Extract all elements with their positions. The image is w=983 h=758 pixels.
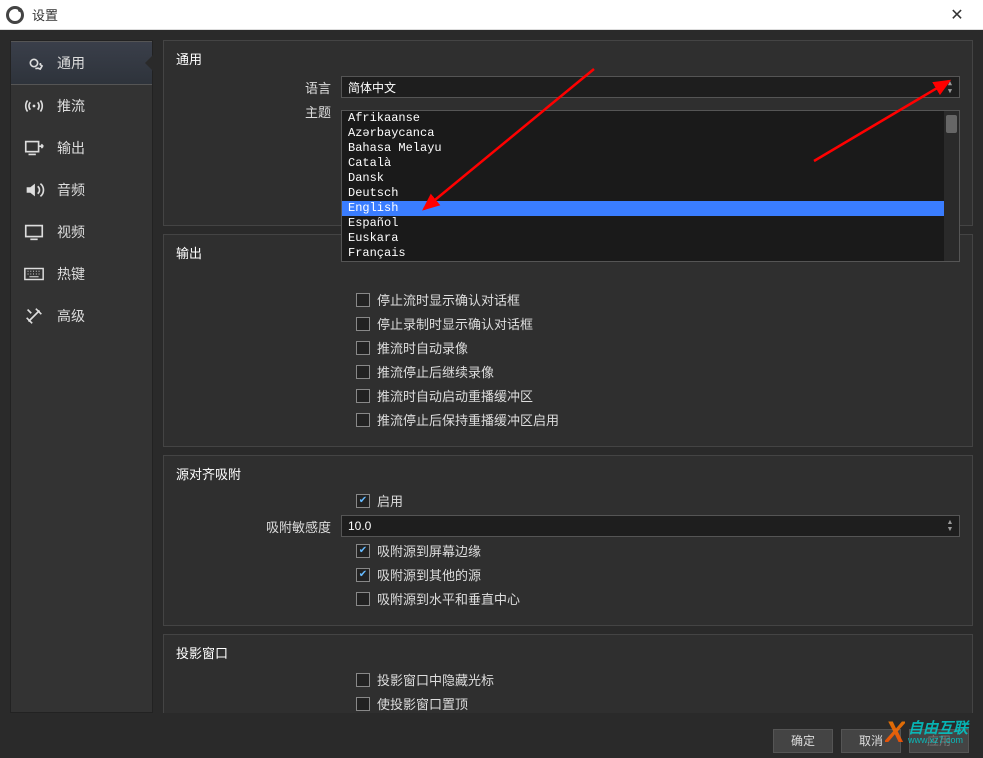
snap-checkbox[interactable] xyxy=(356,568,370,582)
footer: 确定 取消 应用 xyxy=(0,723,983,758)
sidebar-item-audio[interactable]: 音频 xyxy=(11,169,152,211)
sidebar-item-stream[interactable]: 推流 xyxy=(11,85,152,127)
close-button[interactable]: ✕ xyxy=(937,5,977,25)
sensitivity-value: 10.0 xyxy=(348,519,371,533)
dropdown-option[interactable]: Dansk xyxy=(342,171,959,186)
scrollbar-thumb[interactable] xyxy=(946,115,957,133)
sidebar-item-advanced[interactable]: 高级 xyxy=(11,295,152,337)
checkbox-label: 推流停止后保持重播缓冲区启用 xyxy=(377,410,559,429)
dropdown-option[interactable]: Azərbaycanca xyxy=(342,126,959,141)
group-title: 投影窗口 xyxy=(176,643,960,662)
language-dropdown[interactable]: AfrikaanseAzərbaycancaBahasa MelayuCatal… xyxy=(341,110,960,262)
dropdown-option[interactable]: Deutsch xyxy=(342,186,959,201)
projector-checkbox[interactable] xyxy=(356,673,370,687)
checkbox-label: 启用 xyxy=(377,491,403,510)
dropdown-option[interactable]: Bahasa Melayu xyxy=(342,141,959,156)
checkbox-label: 投影窗口中隐藏光标 xyxy=(377,670,494,689)
output-icon xyxy=(23,137,45,159)
group-title: 通用 xyxy=(176,49,960,68)
dropdown-option[interactable]: Català xyxy=(342,156,959,171)
language-label: 语言 xyxy=(176,78,341,97)
checkbox-label: 停止流时显示确认对话框 xyxy=(377,290,520,309)
group-output: 输出 停止流时显示确认对话框停止录制时显示确认对话框推流时自动录像推流停止后继续… xyxy=(163,234,973,447)
group-projector: 投影窗口 投影窗口中隐藏光标使投影窗口置顶退出时保存投影窗口设置 xyxy=(163,634,973,713)
output-checkbox[interactable] xyxy=(356,293,370,307)
speaker-icon xyxy=(23,179,45,201)
sidebar: 通用 推流 输出 音频 视频 xyxy=(10,40,153,713)
app-icon xyxy=(6,6,24,24)
dropdown-option[interactable]: Français xyxy=(342,246,959,261)
group-snap: 源对齐吸附 启用 吸附敏感度 10.0 ▲▼ 吸附源到屏幕边缘吸附源到其他的源吸… xyxy=(163,455,973,626)
dropdown-option[interactable]: Euskara xyxy=(342,231,959,246)
output-checkbox[interactable] xyxy=(356,365,370,379)
gear-icon xyxy=(23,52,45,74)
output-checkbox[interactable] xyxy=(356,413,370,427)
sidebar-item-label: 音频 xyxy=(57,180,85,200)
checkbox-label: 推流停止后继续录像 xyxy=(377,362,494,381)
keyboard-icon xyxy=(23,263,45,285)
sidebar-item-video[interactable]: 视频 xyxy=(11,211,152,253)
checkbox-snap-enable[interactable] xyxy=(356,494,370,508)
antenna-icon xyxy=(23,95,45,117)
sensitivity-spinner[interactable]: 10.0 ▲▼ xyxy=(341,515,960,537)
monitor-icon xyxy=(23,221,45,243)
checkbox-label: 吸附源到水平和垂直中心 xyxy=(377,589,520,608)
projector-checkbox[interactable] xyxy=(356,697,370,711)
sidebar-item-general[interactable]: 通用 xyxy=(11,41,152,85)
checkbox-label: 停止录制时显示确认对话框 xyxy=(377,314,533,333)
checkbox-label: 吸附源到其他的源 xyxy=(377,565,481,584)
sidebar-item-label: 高级 xyxy=(57,306,85,326)
snap-checkbox[interactable] xyxy=(356,592,370,606)
group-title: 源对齐吸附 xyxy=(176,464,960,483)
sensitivity-label: 吸附敏感度 xyxy=(176,517,341,536)
cancel-button[interactable]: 取消 xyxy=(841,729,901,753)
theme-label: 主题 xyxy=(176,102,341,121)
language-value: 简体中文 xyxy=(348,79,396,96)
tools-icon xyxy=(23,305,45,327)
snap-checkbox[interactable] xyxy=(356,544,370,558)
group-general: 通用 语言 简体中文 ▲▼ 主题 AfrikaanseA xyxy=(163,40,973,226)
content-panel: 通用 语言 简体中文 ▲▼ 主题 AfrikaanseA xyxy=(163,40,973,713)
dropdown-scrollbar[interactable] xyxy=(944,111,959,261)
sidebar-item-label: 通用 xyxy=(57,53,85,73)
sidebar-item-hotkeys[interactable]: 热键 xyxy=(11,253,152,295)
window-title: 设置 xyxy=(32,5,937,24)
checkbox-label: 吸附源到屏幕边缘 xyxy=(377,541,481,560)
apply-button[interactable]: 应用 xyxy=(909,729,969,753)
sidebar-item-label: 视频 xyxy=(57,222,85,242)
checkbox-label: 推流时自动启动重播缓冲区 xyxy=(377,386,533,405)
dropdown-option[interactable]: Español xyxy=(342,216,959,231)
sidebar-item-label: 推流 xyxy=(57,96,85,116)
sidebar-item-output[interactable]: 输出 xyxy=(11,127,152,169)
checkbox-label: 推流时自动录像 xyxy=(377,338,468,357)
chevron-updown-icon: ▲▼ xyxy=(943,78,957,96)
ok-button[interactable]: 确定 xyxy=(773,729,833,753)
dropdown-option[interactable]: English xyxy=(342,201,959,216)
output-checkbox[interactable] xyxy=(356,341,370,355)
language-select[interactable]: 简体中文 ▲▼ xyxy=(341,76,960,98)
output-checkbox[interactable] xyxy=(356,317,370,331)
output-checkbox[interactable] xyxy=(356,389,370,403)
checkbox-label: 使投影窗口置顶 xyxy=(377,694,468,713)
title-bar: 设置 ✕ xyxy=(0,0,983,30)
spinner-arrows-icon[interactable]: ▲▼ xyxy=(943,517,957,535)
dropdown-option[interactable]: Afrikaanse xyxy=(342,111,959,126)
sidebar-item-label: 热键 xyxy=(57,264,85,284)
sidebar-item-label: 输出 xyxy=(57,138,85,158)
